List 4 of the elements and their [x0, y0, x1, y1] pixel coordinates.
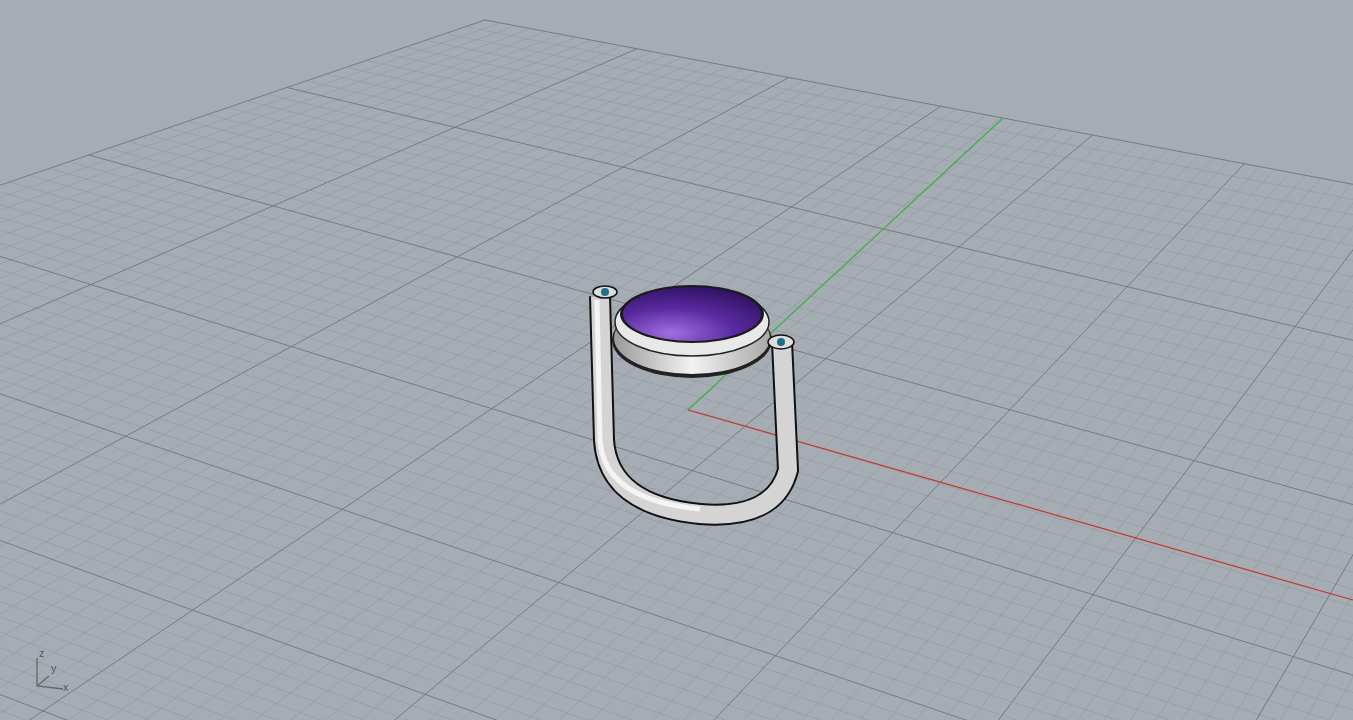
- axis-gizmo-icon: [35, 656, 65, 690]
- axis-label: x: [63, 682, 69, 693]
- axis-label: z: [39, 648, 45, 659]
- axis-label: y: [51, 663, 57, 674]
